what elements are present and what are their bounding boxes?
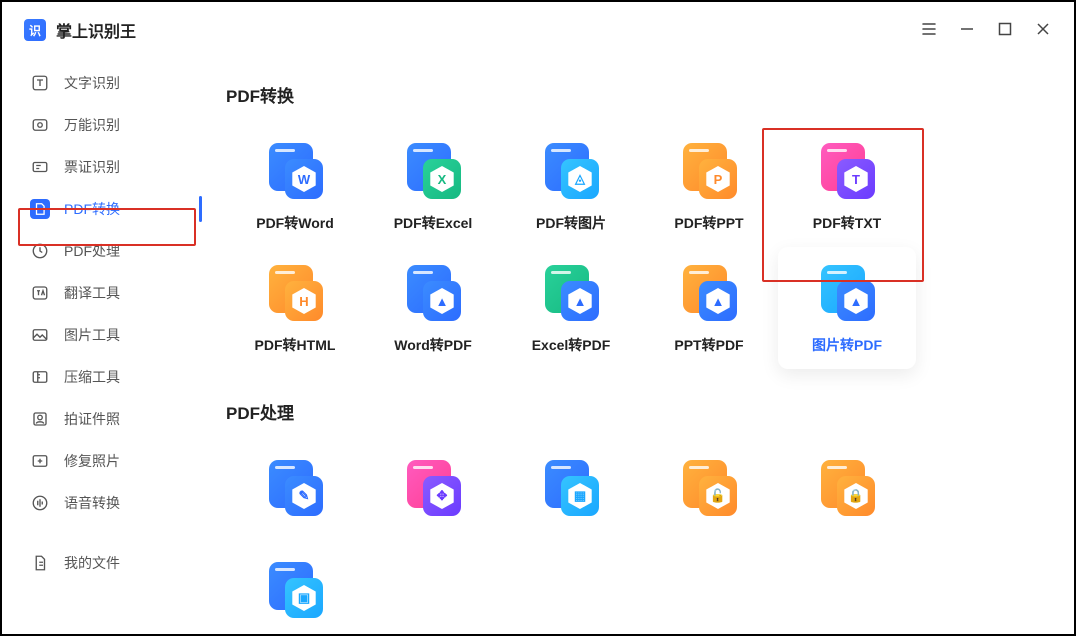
sidebar: 识 掌上识别王 文字识别 万能识别 票证识别 PDF转换 PDF处理: [2, 2, 202, 634]
sidebar-item-label: 万能识别: [64, 115, 120, 135]
pdf-icon: [30, 199, 50, 219]
tool-pdf-to-word[interactable]: W PDF转Word: [226, 125, 364, 247]
file-icon: 🔒: [819, 460, 875, 516]
minimize-button[interactable]: [958, 20, 976, 38]
tool-pdf-compress[interactable]: ▣: [226, 544, 364, 634]
tool-label: PDF转HTML: [255, 335, 336, 355]
image-icon: [30, 325, 50, 345]
file-icon: ✎: [267, 460, 323, 516]
sidebar-item-my-files[interactable]: 我的文件: [2, 542, 202, 584]
tool-image-to-pdf[interactable]: ▲ 图片转PDF: [778, 247, 916, 369]
sidebar-item-label: 我的文件: [64, 553, 120, 573]
tool-pdf-to-image[interactable]: ◬ PDF转图片: [502, 125, 640, 247]
compress-icon: [30, 367, 50, 387]
sidebar-item-repair-photo[interactable]: 修复照片: [2, 440, 202, 482]
app-window: 识 掌上识别王 文字识别 万能识别 票证识别 PDF转换 PDF处理: [0, 0, 1076, 636]
file-icon: H: [267, 265, 323, 321]
file-icon: ▲: [819, 265, 875, 321]
tool-label: 图片转PDF: [812, 335, 882, 355]
sidebar-item-label: 票证识别: [64, 157, 120, 177]
tool-label: PPT转PDF: [674, 335, 743, 355]
app-title-text: 掌上识别王: [56, 18, 136, 42]
sidebar-item-universal-ocr[interactable]: 万能识别: [2, 104, 202, 146]
file-icon: ▲: [543, 265, 599, 321]
tool-pdf-edit[interactable]: ✎: [226, 442, 364, 544]
tool-grid-process: ✎ ✥ ▦ 🔓: [226, 442, 1050, 634]
sidebar-item-label: 压缩工具: [64, 367, 120, 387]
sidebar-item-audio-convert[interactable]: 语音转换: [2, 482, 202, 524]
sidebar-item-label: PDF转换: [64, 199, 120, 219]
file-icon: W: [267, 143, 323, 199]
sidebar-item-pdf-convert[interactable]: PDF转换: [2, 188, 202, 230]
tool-excel-to-pdf[interactable]: ▲ Excel转PDF: [502, 247, 640, 369]
sidebar-item-compress[interactable]: 压缩工具: [2, 356, 202, 398]
sidebar-item-image-tools[interactable]: 图片工具: [2, 314, 202, 356]
sidebar-item-text-ocr[interactable]: 文字识别: [2, 62, 202, 104]
sidebar-item-label: 翻译工具: [64, 283, 120, 303]
sidebar-menu: 文字识别 万能识别 票证识别 PDF转换 PDF处理 翻译工具: [2, 62, 202, 584]
tool-ppt-to-pdf[interactable]: ▲ PPT转PDF: [640, 247, 778, 369]
sidebar-item-label: 图片工具: [64, 325, 120, 345]
tool-pdf-split[interactable]: ▦: [502, 442, 640, 544]
section-title: PDF处理: [226, 399, 1050, 424]
window-controls: [920, 20, 1052, 38]
sidebar-item-pdf-process[interactable]: PDF处理: [2, 230, 202, 272]
app-logo-icon: 识: [24, 19, 46, 41]
tool-label: PDF转TXT: [813, 213, 881, 233]
tool-pdf-to-html[interactable]: H PDF转HTML: [226, 247, 364, 369]
file-icon: ◬: [543, 143, 599, 199]
sidebar-item-label: 拍证件照: [64, 409, 120, 429]
tool-pdf-merge[interactable]: ✥: [364, 442, 502, 544]
section-title: PDF转换: [226, 82, 1050, 107]
tool-word-to-pdf[interactable]: ▲ Word转PDF: [364, 247, 502, 369]
scan-icon: [30, 115, 50, 135]
main-content: PDF转换 W PDF转Word X PDF转Excel ◬: [202, 2, 1074, 634]
file-icon: ▦: [543, 460, 599, 516]
tool-pdf-to-excel[interactable]: X PDF转Excel: [364, 125, 502, 247]
process-icon: [30, 241, 50, 261]
file-icon: ✥: [405, 460, 461, 516]
file-icon: ▣: [267, 562, 323, 618]
tool-pdf-to-txt[interactable]: T PDF转TXT: [778, 125, 916, 247]
maximize-button[interactable]: [996, 20, 1014, 38]
id-photo-icon: [30, 409, 50, 429]
file-icon: T: [819, 143, 875, 199]
sidebar-item-ticket-ocr[interactable]: 票证识别: [2, 146, 202, 188]
repair-icon: [30, 451, 50, 471]
text-icon: [30, 73, 50, 93]
file-icon: X: [405, 143, 461, 199]
file-icon: ▲: [405, 265, 461, 321]
audio-icon: [30, 493, 50, 513]
section-pdf-convert: PDF转换 W PDF转Word X PDF转Excel ◬: [226, 82, 1050, 369]
file-icon: ▲: [681, 265, 737, 321]
tool-label: PDF转图片: [536, 213, 606, 233]
tool-label: Excel转PDF: [532, 335, 611, 355]
close-button[interactable]: [1034, 20, 1052, 38]
files-icon: [30, 553, 50, 573]
tool-label: PDF转Word: [256, 213, 334, 233]
sidebar-item-label: 语音转换: [64, 493, 120, 513]
sidebar-item-translate[interactable]: 翻译工具: [2, 272, 202, 314]
tool-label: Word转PDF: [394, 335, 472, 355]
sidebar-item-label: 文字识别: [64, 73, 120, 93]
section-pdf-process: PDF处理 ✎ ✥ ▦: [226, 399, 1050, 634]
tool-pdf-unlock[interactable]: 🔓: [640, 442, 778, 544]
app-title: 识 掌上识别王: [2, 18, 202, 62]
ticket-icon: [30, 157, 50, 177]
tool-label: PDF转PPT: [674, 213, 743, 233]
sidebar-item-label: 修复照片: [64, 451, 120, 471]
sidebar-item-id-photo[interactable]: 拍证件照: [2, 398, 202, 440]
file-icon: P: [681, 143, 737, 199]
sidebar-item-label: PDF处理: [64, 241, 120, 261]
tool-pdf-encrypt[interactable]: 🔒: [778, 442, 916, 544]
tool-grid-convert: W PDF转Word X PDF转Excel ◬ PDF转图片: [226, 125, 1050, 369]
menu-icon[interactable]: [920, 20, 938, 38]
tool-pdf-to-ppt[interactable]: P PDF转PPT: [640, 125, 778, 247]
translate-icon: [30, 283, 50, 303]
tool-label: PDF转Excel: [394, 213, 473, 233]
file-icon: 🔓: [681, 460, 737, 516]
